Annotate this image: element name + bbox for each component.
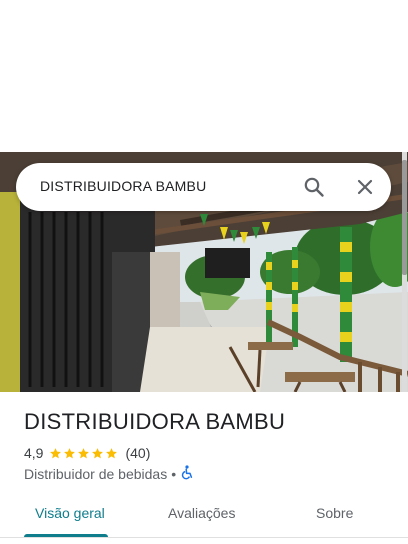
rating-value: 4,9 (24, 445, 44, 461)
category-row: Distribuidor de bebidas • (24, 465, 194, 483)
search-icon[interactable] (302, 175, 326, 199)
separator-dot: • (171, 466, 177, 482)
star-icon (92, 447, 104, 458)
photo-scrollbar-thumb[interactable] (402, 160, 407, 275)
wheelchair-accessible-icon (180, 465, 194, 483)
star-icon (78, 447, 90, 458)
search-query-text[interactable]: DISTRIBUIDORA BAMBU (40, 178, 206, 194)
tab-bar: Visão geral Avaliações Sobre (0, 500, 408, 544)
close-icon[interactable] (353, 175, 377, 199)
blank-header-area (0, 0, 408, 152)
tabs-divider (0, 537, 408, 538)
tab-overview[interactable]: Visão geral (35, 505, 105, 521)
place-category: Distribuidor de bebidas (24, 466, 168, 482)
star-icon (106, 447, 118, 458)
star-icon (50, 447, 62, 458)
place-title: DISTRIBUIDORA BAMBU (24, 409, 286, 434)
search-bar[interactable]: DISTRIBUIDORA BAMBU (16, 163, 391, 211)
tab-reviews[interactable]: Avaliações (168, 505, 235, 521)
review-count[interactable]: (40) (125, 445, 150, 461)
star-icon (64, 447, 76, 458)
tab-about[interactable]: Sobre (316, 505, 353, 521)
rating-row[interactable]: 4,9 (40) (24, 444, 150, 462)
star-rating (49, 447, 119, 460)
